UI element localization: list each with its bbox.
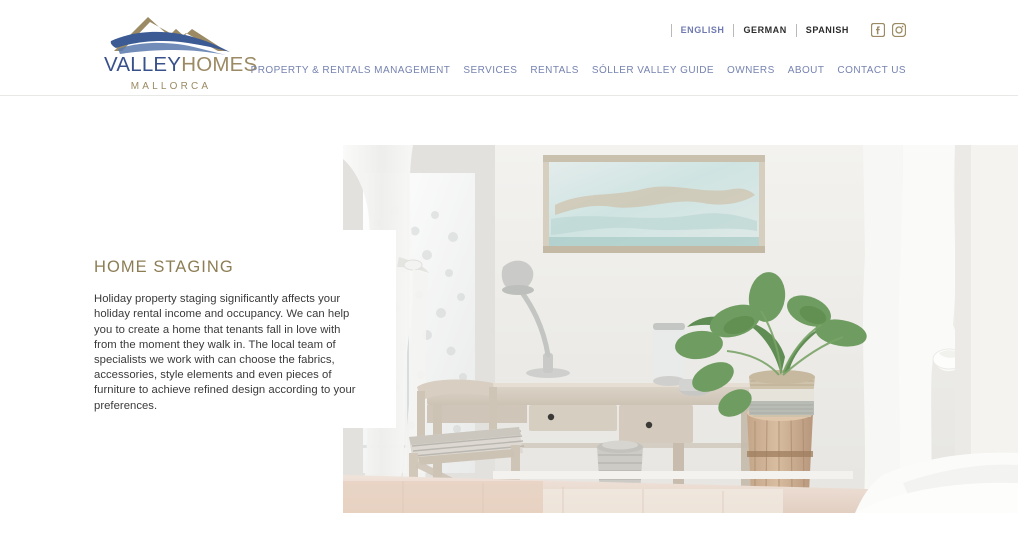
language-divider xyxy=(795,23,797,37)
social-links xyxy=(870,22,907,38)
page-root: VALLEYHOMES MALLORCA ENGLISH GERMAN SPAN… xyxy=(0,0,1024,557)
language-selector: ENGLISH GERMAN SPANISH xyxy=(670,23,849,37)
nav-item-owners[interactable]: OWNERS xyxy=(727,66,775,76)
language-divider xyxy=(670,23,672,37)
nav-item-rentals[interactable]: RENTALS xyxy=(530,66,579,76)
text-card-inner: HOME STAGING Holiday property staging si… xyxy=(94,258,362,414)
facebook-icon xyxy=(870,22,886,41)
language-option-english[interactable]: ENGLISH xyxy=(681,25,725,35)
language-option-german[interactable]: GERMAN xyxy=(743,25,786,35)
mountain-wave-icon xyxy=(106,8,236,56)
facebook-link[interactable] xyxy=(870,22,886,38)
logo-wordmark: VALLEYHOMES xyxy=(104,53,257,76)
nav-item-about[interactable]: ABOUT xyxy=(788,66,825,76)
home-staging-text-card: HOME STAGING Holiday property staging si… xyxy=(0,230,396,428)
language-divider xyxy=(733,23,735,37)
scrollbar-gutter[interactable] xyxy=(1018,0,1024,557)
instagram-link[interactable] xyxy=(891,22,907,38)
page-title: HOME STAGING xyxy=(94,258,234,276)
nav-item-soller-valley-guide[interactable]: SÓLLER VALLEY GUIDE xyxy=(592,66,714,76)
home-staging-photo xyxy=(343,145,1018,513)
nav-item-property-rentals-management[interactable]: PROPERTY & RENTALS MANAGEMENT xyxy=(251,66,451,76)
nav-item-services[interactable]: SERVICES xyxy=(463,66,517,76)
page-body-text: Holiday property staging significantly a… xyxy=(94,293,356,412)
logo-word-primary: VALLEY xyxy=(104,53,182,76)
main-navigation: PROPERTY & RENTALS MANAGEMENT SERVICES R… xyxy=(251,66,906,76)
utility-bar: ENGLISH GERMAN SPANISH xyxy=(670,22,907,38)
instagram-icon xyxy=(891,22,907,41)
site-logo[interactable]: VALLEYHOMES MALLORCA xyxy=(104,8,257,92)
nav-item-contact-us[interactable]: CONTACT US xyxy=(837,66,906,76)
logo-subtitle: MALLORCA xyxy=(130,81,212,92)
language-option-spanish[interactable]: SPANISH xyxy=(806,25,849,35)
site-header: VALLEYHOMES MALLORCA ENGLISH GERMAN SPAN… xyxy=(0,0,1018,96)
logo-word-secondary: HOMES xyxy=(181,53,258,76)
